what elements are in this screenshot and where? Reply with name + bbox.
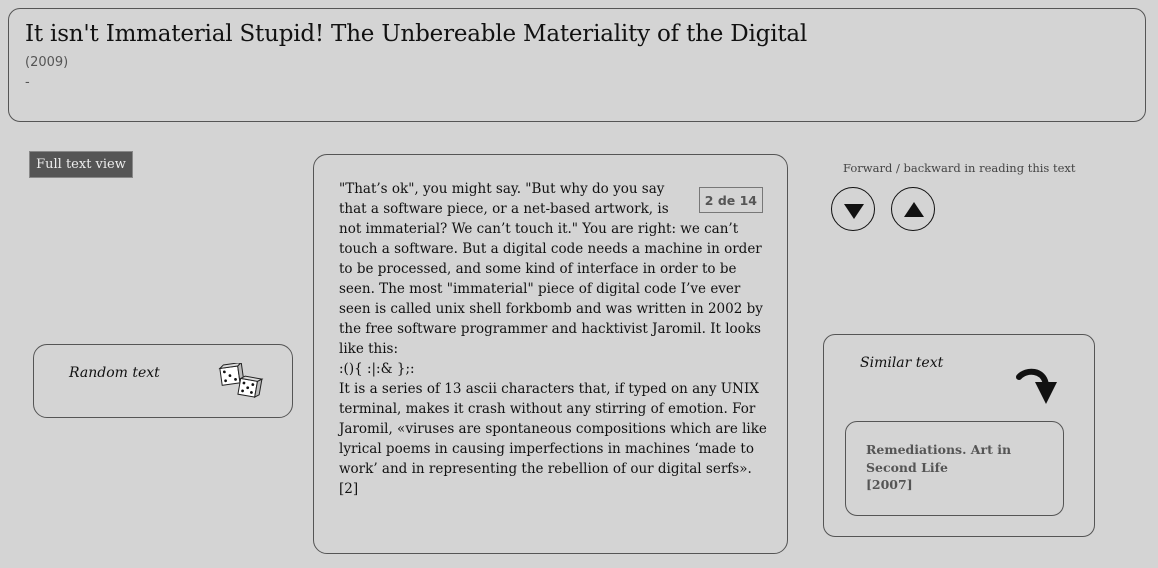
full-text-view-button[interactable]: Full text view bbox=[29, 151, 133, 178]
arrow-down-icon bbox=[844, 204, 864, 219]
random-text-button[interactable]: Random text bbox=[33, 344, 293, 418]
forward-button[interactable] bbox=[831, 187, 875, 231]
page-title: It isn't Immaterial Stupid! The Unbereab… bbox=[25, 21, 808, 47]
reading-text: 2 de 14 "That’s ok", you might say. "But… bbox=[339, 179, 769, 499]
text-code-line: :(){ :|:& };: bbox=[339, 361, 415, 377]
similar-text-year: [2007] bbox=[866, 477, 913, 492]
page-year: (2009) bbox=[25, 55, 69, 70]
similar-text-title: Remediations. Art in Second Life bbox=[866, 442, 1012, 475]
arrow-up-icon bbox=[904, 202, 924, 217]
similar-text-item[interactable]: Remediations. Art in Second Life [2007] bbox=[845, 421, 1064, 516]
page-subtitle: - bbox=[25, 75, 30, 90]
text-paragraph: It is a series of 13 ascii characters th… bbox=[339, 381, 767, 497]
similar-text-panel: Similar text Remediations. Art in Second… bbox=[823, 334, 1095, 537]
navigation-label: Forward / backward in reading this text bbox=[843, 161, 1076, 175]
reading-panel: 2 de 14 "That’s ok", you might say. "But… bbox=[313, 154, 788, 554]
similar-text-label: Similar text bbox=[860, 355, 944, 371]
backward-button[interactable] bbox=[891, 187, 935, 231]
page-counter: 2 de 14 bbox=[698, 187, 763, 213]
curved-arrow-icon bbox=[1016, 368, 1057, 404]
header: It isn't Immaterial Stupid! The Unbereab… bbox=[8, 8, 1146, 122]
random-text-label: Random text bbox=[69, 365, 160, 381]
dice-icon bbox=[218, 363, 264, 399]
